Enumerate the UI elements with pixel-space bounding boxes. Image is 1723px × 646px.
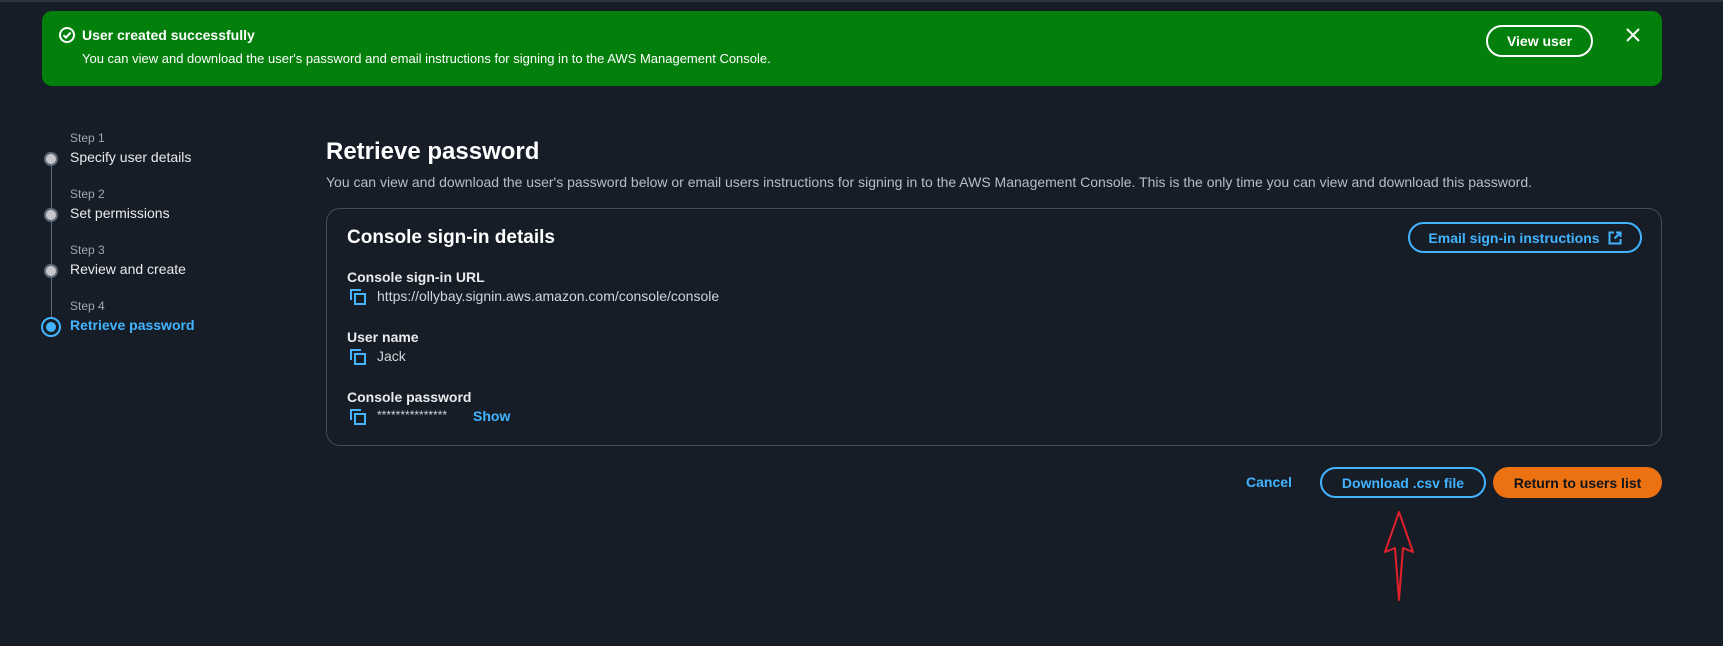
step-3-label: Step 3 — [70, 243, 105, 257]
copy-icon[interactable] — [350, 409, 366, 425]
username-label: User name — [347, 329, 419, 345]
sign-in-url-value: https://ollybay.signin.aws.amazon.com/co… — [377, 288, 720, 304]
sign-in-url-label: Console sign-in URL — [347, 269, 485, 285]
return-to-users-list-button[interactable]: Return to users list — [1493, 467, 1662, 498]
step-3-indicator — [44, 264, 58, 278]
top-divider — [0, 0, 1723, 2]
step-2-title[interactable]: Set permissions — [70, 205, 170, 221]
download-csv-button[interactable]: Download .csv file — [1320, 467, 1486, 498]
step-1-indicator — [44, 152, 58, 166]
step-2[interactable]: Step 2 Set permissions — [40, 181, 290, 231]
console-sign-in-details-panel: Console sign-in details Email sign-in in… — [326, 208, 1662, 446]
console-password-value: *************** — [377, 408, 448, 422]
cancel-button[interactable]: Cancel — [1246, 474, 1292, 490]
page-description: You can view and download the user's pas… — [326, 174, 1533, 190]
step-3[interactable]: Step 3 Review and create — [40, 237, 290, 287]
copy-icon[interactable] — [350, 349, 366, 365]
view-user-button[interactable]: View user — [1486, 25, 1593, 57]
show-password-link[interactable]: Show — [473, 408, 510, 424]
step-2-indicator — [44, 208, 58, 222]
page-title: Retrieve password — [326, 138, 540, 165]
panel-title: Console sign-in details — [347, 227, 555, 248]
annotation-arrow-icon — [1384, 511, 1414, 601]
flash-title: User created successfully — [82, 27, 255, 43]
step-3-title[interactable]: Review and create — [70, 261, 186, 277]
email-sign-in-instructions-button[interactable]: Email sign-in instructions — [1408, 222, 1642, 253]
username-value: Jack — [377, 348, 406, 364]
success-flash-banner: User created successfully You can view a… — [42, 11, 1662, 86]
step-4-label: Step 4 — [70, 299, 105, 313]
step-1[interactable]: Step 1 Specify user details — [40, 125, 290, 175]
check-circle-icon — [59, 27, 75, 43]
console-password-label: Console password — [347, 389, 472, 405]
external-link-icon — [1608, 231, 1622, 244]
step-4: Step 4 Retrieve password — [40, 293, 290, 343]
close-icon[interactable] — [1622, 24, 1644, 46]
step-2-label: Step 2 — [70, 187, 105, 201]
email-button-label: Email sign-in instructions — [1428, 229, 1600, 246]
step-1-label: Step 1 — [70, 131, 105, 145]
step-4-title: Retrieve password — [70, 317, 195, 333]
step-4-indicator — [41, 317, 61, 337]
copy-icon[interactable] — [350, 289, 366, 305]
step-1-title[interactable]: Specify user details — [70, 149, 191, 165]
flash-message: You can view and download the user's pas… — [82, 51, 771, 66]
